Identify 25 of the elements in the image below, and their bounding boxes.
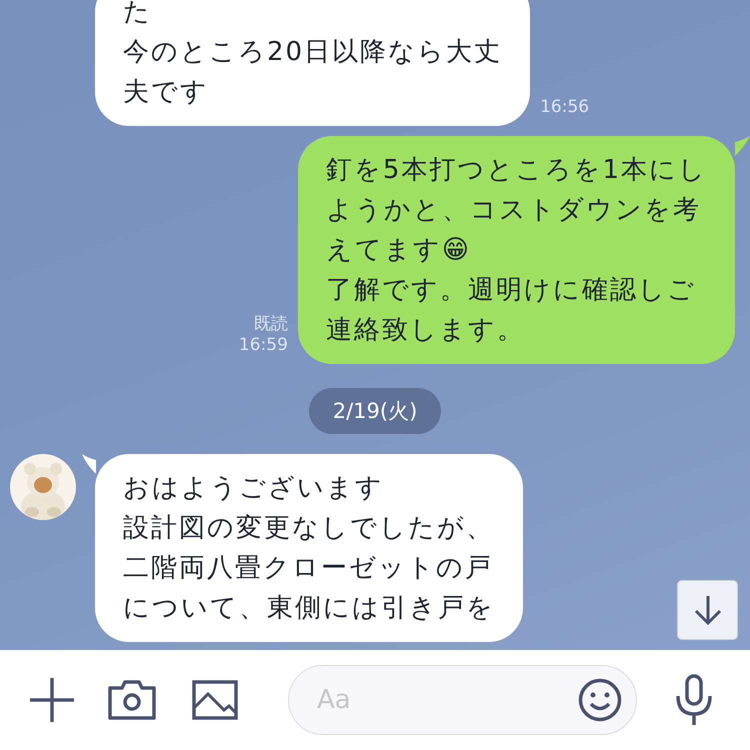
message-text: 連絡致します。 [326, 314, 525, 347]
scroll-down-button[interactable] [677, 580, 738, 640]
image-icon[interactable] [192, 680, 238, 720]
message-text: 設計図の変更なしでしたが、 [123, 512, 494, 545]
message-text: えてます😁 [326, 234, 472, 267]
microphone-icon[interactable] [675, 674, 713, 726]
smiley-icon[interactable] [578, 678, 622, 722]
message-text: た [123, 0, 152, 29]
read-receipt: 既読 [252, 314, 288, 335]
message-time: 16:59 [238, 335, 288, 356]
message-text: 二階両八畳クローゼットの戸 [123, 552, 493, 585]
plus-icon[interactable] [28, 676, 76, 724]
camera-icon[interactable] [108, 680, 156, 720]
message-text: おはようございます [123, 472, 384, 505]
message-text: 今のところ20日以降なら大丈 [123, 36, 502, 69]
down-arrow-icon [694, 595, 722, 625]
message-text: 了解です。週明けに確認しご [326, 274, 696, 307]
message-text: 夫です [123, 76, 209, 109]
message-text: 釘を5本打つところを1本にし [326, 154, 707, 187]
bubble-tail [82, 454, 96, 474]
message-time: 16:56 [540, 97, 590, 118]
message-text: ようかと、コストダウンを考 [326, 194, 701, 227]
message-text: について、東側には引き戸を [123, 592, 495, 625]
date-label: 2/19(火) [308, 388, 442, 434]
bubble-tail [735, 136, 750, 156]
